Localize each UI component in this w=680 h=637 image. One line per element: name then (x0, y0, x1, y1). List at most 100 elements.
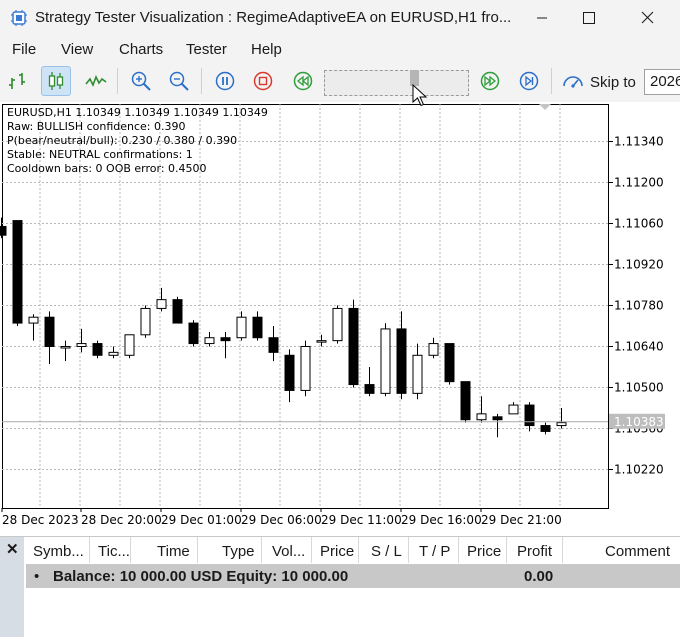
column-divider (458, 537, 459, 563)
candle-body-bull (60, 346, 71, 349)
price-tick-label: 1.10920 (614, 258, 664, 272)
candle (444, 343, 455, 385)
candle-body-bear (92, 343, 103, 356)
current-price-label: 1.10383 (614, 415, 664, 429)
column-header-tp[interactable]: T / P (419, 543, 450, 560)
candle (172, 296, 183, 324)
pause-button[interactable] (210, 66, 240, 96)
zoom-out-icon (169, 71, 189, 91)
price-tick-label: 1.10220 (614, 463, 664, 477)
candle-body-bear (268, 337, 279, 353)
candle-body-bull (28, 316, 39, 324)
time-tick-label: 29 Dec 16:00 (401, 513, 482, 527)
minimize-button[interactable] (519, 0, 565, 36)
candle (12, 220, 23, 326)
close-window-button[interactable] (624, 0, 670, 36)
column-header-current-price[interactable]: Price (467, 543, 501, 560)
candle-body-bull (140, 307, 151, 336)
candle-body-bear (252, 316, 263, 339)
chart-info-line: P(bear/neutral/bull): 0.230 / 0.380 / 0.… (7, 134, 238, 147)
candle-body-bull (476, 413, 487, 421)
column-header-type[interactable]: Type (222, 543, 255, 560)
skip-end-button[interactable] (514, 66, 544, 96)
skip-to-label: Skip to (590, 74, 636, 91)
column-header-price[interactable]: Price (320, 543, 354, 560)
chart-info-line: Stable: NEUTRAL confirmations: 1 (7, 148, 193, 161)
speed-slider[interactable] (324, 70, 469, 96)
candle-body-bear (444, 343, 455, 383)
chart-info-line: Cooldown bars: 0 OOB error: 0.4500 (7, 162, 207, 175)
column-header-volume[interactable]: Vol... (272, 543, 305, 560)
maximize-button[interactable] (565, 0, 611, 36)
menu-tester[interactable]: Tester (186, 41, 227, 58)
chart-info-line: Raw: BULLISH confidence: 0.390 (7, 120, 186, 133)
title-bar: Strategy Tester Visualization : RegimeAd… (0, 0, 680, 36)
toolbar-divider (551, 68, 552, 94)
line-chart-button[interactable] (81, 66, 111, 96)
candle-body-bull (380, 328, 391, 394)
rewind-icon (293, 71, 313, 91)
candle-body-bull (412, 354, 423, 394)
candlestick-button[interactable] (41, 66, 71, 96)
candle-body-bull (108, 351, 119, 356)
line-chart-icon (85, 75, 107, 87)
price-tick-label: 1.10640 (614, 340, 664, 354)
candle-body-bear (220, 337, 231, 342)
candle-body-bull (428, 343, 439, 356)
time-tick-label: 28 Dec 20:00 (81, 513, 162, 527)
fast-forward-button[interactable] (475, 66, 505, 96)
candle-body-bull (76, 343, 87, 347)
column-header-sl[interactable]: S / L (371, 543, 402, 560)
menu-file[interactable]: File (12, 41, 36, 58)
pause-icon (215, 71, 235, 91)
skip-to-button[interactable] (558, 66, 588, 96)
menu-bar: File View Charts Tester Help (0, 36, 680, 62)
candle-body-bull (300, 346, 311, 391)
column-header-profit[interactable]: Profit (517, 543, 552, 560)
column-divider (311, 537, 312, 563)
chart-area[interactable]: 1.11340 1.11200 1.11060 1.10920 1.10780 1.106… (0, 102, 680, 534)
column-divider (197, 537, 198, 563)
column-header-ticket[interactable]: Tic... (98, 543, 130, 560)
time-tick-label: 29 Dec 06:00 (241, 513, 322, 527)
price-tick-label: 1.10780 (614, 299, 664, 313)
candle-body-bear (540, 425, 551, 432)
column-header-time[interactable]: Time (157, 543, 190, 560)
zoom-in-icon (131, 71, 151, 91)
close-panel-icon[interactable]: ✕ (6, 540, 19, 558)
time-tick-label: 29 Dec 21:00 (481, 513, 562, 527)
column-divider (358, 537, 359, 563)
candle-body-bull (316, 340, 327, 343)
rewind-button[interactable] (288, 66, 318, 96)
price-tick-label: 1.11200 (614, 176, 664, 190)
column-divider (408, 537, 409, 563)
balance-summary-row[interactable]: • Balance: 10 000.00 USD Equity: 10 000.… (26, 564, 680, 588)
candle-body-bear (364, 384, 375, 394)
candle (300, 340, 311, 397)
candle (460, 381, 471, 423)
bar-chart-button[interactable] (3, 66, 33, 96)
row-bullet: • (34, 568, 40, 585)
menu-charts[interactable]: Charts (119, 41, 163, 58)
price-tick-label: 1.11340 (614, 135, 664, 149)
stop-icon (253, 71, 273, 91)
fast-forward-icon (480, 71, 500, 91)
candle-body-bear (460, 381, 471, 421)
menu-help[interactable]: Help (251, 41, 282, 58)
skip-end-icon (519, 71, 539, 91)
candle-body-bear (0, 225, 7, 236)
zoom-in-button[interactable] (126, 66, 156, 96)
price-tick-label: 1.11060 (614, 217, 664, 231)
toolbar-divider (117, 68, 118, 94)
candle-body-bull (204, 337, 215, 345)
menu-view[interactable]: View (61, 41, 93, 58)
zoom-out-button[interactable] (164, 66, 194, 96)
candle (348, 299, 359, 388)
skip-to-input[interactable]: 2026 (644, 69, 680, 95)
candle-body-bear (172, 299, 183, 324)
bar-chart-icon (9, 73, 25, 89)
column-header-symbol[interactable]: Symb... (33, 543, 84, 560)
column-header-comment[interactable]: Comment (605, 543, 670, 560)
stop-button[interactable] (248, 66, 278, 96)
candle (332, 305, 343, 344)
